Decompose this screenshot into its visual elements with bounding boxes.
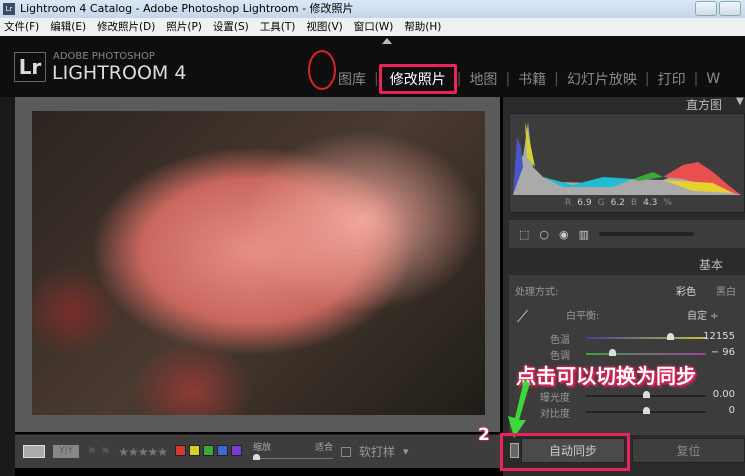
treatment-color[interactable]: 彩色 xyxy=(676,283,696,298)
logo-main: LIGHTROOM 4 xyxy=(52,62,187,84)
lr-logo: Lr xyxy=(14,52,46,82)
menu-item[interactable]: 窗口(W) xyxy=(354,18,394,36)
slider-label: 对比度 xyxy=(540,409,570,420)
annotation-highlight-box xyxy=(500,433,630,471)
adjustment-brush-slider[interactable] xyxy=(599,232,695,236)
module-tab[interactable]: 图库 xyxy=(330,69,374,89)
wb-label: 白平衡: xyxy=(566,311,600,322)
window-controls xyxy=(695,1,741,16)
slider-knob[interactable] xyxy=(667,333,675,340)
annotation-circle xyxy=(308,50,336,90)
slider-track[interactable] xyxy=(586,349,706,356)
slider-knob[interactable] xyxy=(642,407,650,414)
basic-panel: 处理方式: 彩色 黑白 ⟋ 白平衡: 自定 ÷ 色温 12155 色调 − 96 曝光度… xyxy=(509,275,745,435)
color-label-swatch[interactable] xyxy=(175,444,187,456)
photo-rose xyxy=(32,111,485,415)
menu-item[interactable]: 照片(P) xyxy=(166,18,202,36)
module-tab[interactable]: 幻灯片放映 xyxy=(559,69,645,89)
eyedropper-icon[interactable]: ⟋ xyxy=(517,307,528,327)
spot-removal-icon[interactable]: ○ xyxy=(539,228,549,241)
module-tab[interactable]: 地图 xyxy=(461,69,505,89)
before-after-button[interactable]: Y|Y xyxy=(53,445,79,458)
menu-item[interactable]: 帮助(H) xyxy=(404,18,441,36)
minimize-button[interactable] xyxy=(695,1,717,16)
treatment-label: 处理方式: xyxy=(515,287,559,298)
left-panel-collapsed[interactable] xyxy=(0,97,15,476)
collapse-top-icon[interactable] xyxy=(382,38,392,44)
reset-button[interactable]: 复位 xyxy=(632,438,745,463)
color-label-swatch[interactable] xyxy=(231,444,243,456)
softproof-label: 软打样 xyxy=(359,445,396,459)
slider-knob[interactable] xyxy=(642,391,650,398)
menu-item[interactable]: 文件(F) xyxy=(4,18,39,36)
slider-value[interactable]: 12155 xyxy=(703,331,735,342)
softproof-checkbox[interactable] xyxy=(341,446,352,457)
module-picker: 图库 | 修改照片 | 地图 | 书籍 | 幻灯片放映 | 打印 | W xyxy=(330,64,728,94)
menu-item[interactable]: 编辑(E) xyxy=(50,18,86,36)
star-rating[interactable]: ★★★★★ xyxy=(118,445,168,459)
crop-tool-icon[interactable]: ⬚ xyxy=(519,228,529,241)
step-number: 2 xyxy=(478,425,490,445)
tool-strip: ⬚ ○ ◉ ▥ xyxy=(509,220,745,248)
annotation-arrow-icon xyxy=(508,380,530,438)
color-label-swatch[interactable] xyxy=(189,444,201,456)
menu-item[interactable]: 工具(T) xyxy=(260,18,296,36)
slider-value[interactable]: 0.00 xyxy=(713,389,735,400)
slider-label: 曝光度 xyxy=(540,393,570,404)
zoom-control[interactable]: 缩放 适合 xyxy=(253,438,334,466)
color-label-swatch[interactable] xyxy=(217,444,229,456)
histogram-title[interactable]: 直方图 xyxy=(686,96,722,113)
zoom-slider-knob[interactable] xyxy=(253,453,261,460)
redeye-icon[interactable]: ◉ xyxy=(559,228,569,241)
collapse-icon[interactable]: ▼ xyxy=(736,96,744,107)
zoom-label: 缩放 xyxy=(253,442,272,453)
app-icon: Lr xyxy=(3,3,15,15)
flag-icons[interactable]: ⚑ ⚑ xyxy=(87,445,110,458)
fit-label: 适合 xyxy=(315,442,334,453)
slider-track[interactable] xyxy=(586,391,706,398)
module-tab[interactable]: 打印 xyxy=(650,69,694,89)
menu-bar: 文件(F) 编辑(E) 修改照片(D) 照片(P) 设置(S) 工具(T) 视图(V) 窗口(… xyxy=(0,18,745,36)
module-tab[interactable]: W xyxy=(698,71,728,87)
slider-label: 色温 xyxy=(550,335,570,346)
slider-track[interactable] xyxy=(586,333,706,340)
histogram-readout: R 6.9 G 6.2 B 4.3% xyxy=(565,198,672,208)
color-label-swatch[interactable] xyxy=(203,444,215,456)
basic-title[interactable]: 基本 xyxy=(699,256,723,273)
annotation-text: 点击可以切换为同步 xyxy=(516,364,696,388)
menu-item[interactable]: 视图(V) xyxy=(306,18,342,36)
slider-value[interactable]: 0 xyxy=(729,405,735,416)
bottom-toolbar: Y|Y ⚑ ⚑ ★★★★★ 缩放 适合 软打样 ▾ xyxy=(15,434,500,468)
window-title: Lightroom 4 Catalog - Adobe Photoshop Li… xyxy=(20,2,354,15)
module-tab[interactable]: 书籍 xyxy=(510,69,554,89)
color-labels xyxy=(175,444,245,459)
menu-item[interactable]: 修改照片(D) xyxy=(97,18,155,36)
maximize-button[interactable] xyxy=(719,1,741,16)
menu-item[interactable]: 设置(S) xyxy=(213,18,249,36)
slider-knob[interactable] xyxy=(608,349,616,356)
toolbar-menu-icon[interactable]: ▾ xyxy=(403,445,409,458)
histogram-graph xyxy=(513,122,741,195)
logo-sub: ADOBE PHOTOSHOP xyxy=(53,51,155,62)
title-bar: Lightroom 4 Catalog - Adobe Photoshop Li… xyxy=(0,0,745,18)
loupe-view-button[interactable] xyxy=(23,445,45,458)
treatment-bw[interactable]: 黑白 xyxy=(716,283,736,298)
slider-value[interactable]: − 96 xyxy=(711,347,735,358)
wb-select[interactable]: 自定 ÷ xyxy=(687,307,719,322)
graduated-filter-icon[interactable]: ▥ xyxy=(579,228,589,241)
module-tab[interactable]: 修改照片 xyxy=(378,64,457,94)
slider-track[interactable] xyxy=(586,407,706,414)
